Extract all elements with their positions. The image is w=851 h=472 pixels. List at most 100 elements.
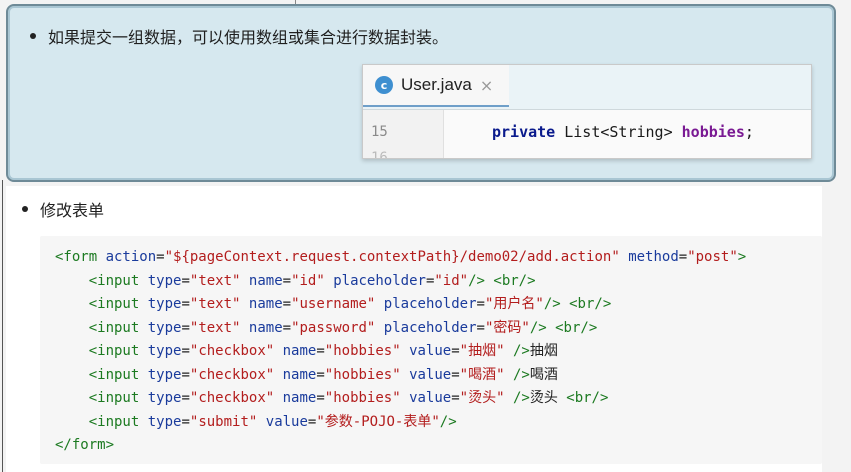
code-token: = [678, 249, 688, 265]
ide-tab-user-java[interactable]: c User.java × [363, 65, 509, 107]
code-token: type [147, 296, 182, 312]
ide-tab-bar: c User.java × [363, 65, 811, 110]
code-block-line: <input type="text" name="password" place… [55, 317, 822, 341]
code-token: value [409, 343, 452, 359]
code-block: <form action="${pageContext.request.cont… [40, 236, 822, 464]
code-token: <input [88, 319, 148, 336]
line-number: 15 [371, 124, 388, 140]
code-token: "text" [189, 272, 241, 289]
code-token: = [156, 249, 165, 265]
code-token: value [409, 366, 452, 383]
code-token: "用户名" [484, 296, 544, 312]
code-token: /> [468, 272, 485, 289]
code-token: "喝酒" [459, 366, 505, 383]
ide-gutter: 15 16 [363, 110, 444, 158]
code-token: = [316, 366, 325, 383]
code-token: "密码" [484, 319, 530, 336]
code-token: "参数-POJO-表单" [316, 413, 440, 430]
code-block-line: <input type="checkbox" name="hobbies" va… [55, 340, 822, 364]
code-token: type [147, 366, 182, 383]
code-token: /> [512, 343, 530, 359]
code-token: "text" [189, 319, 241, 336]
code-token: "post" [687, 249, 738, 265]
code-token: "password" [291, 319, 376, 336]
bullet-item-array-collection: 如果提交一组数据，可以使用数组或集合进行数据封装。 [30, 24, 448, 48]
code-token: = [282, 296, 292, 312]
code-token: "${pageContext.request.contextPath}/demo… [164, 249, 620, 265]
code-token: = [316, 343, 325, 359]
code-block-line: <input type="checkbox" name="hobbies" va… [55, 364, 822, 388]
close-icon[interactable]: × [480, 76, 493, 95]
code-token: "hobbies" [324, 343, 401, 359]
code-token: = [181, 413, 190, 430]
code-token: = [181, 390, 190, 406]
code-token: = [476, 319, 485, 336]
code-token: = [181, 296, 190, 312]
code-type: List<String> [564, 123, 673, 141]
code-token: name [248, 272, 283, 289]
code-token: type [147, 413, 182, 430]
code-block-line: <input type="checkbox" name="hobbies" va… [55, 387, 822, 411]
code-token: <input [88, 413, 148, 430]
code-token: value [265, 413, 308, 430]
code-line: private List<String> hobbies; [492, 123, 754, 141]
bullet-item-modify-form: 修改表单 [22, 197, 104, 221]
code-token: 烫头 [529, 390, 567, 406]
code-token: "submit" [189, 413, 258, 430]
code-token: <input [88, 272, 148, 289]
code-token: "抽烟" [459, 343, 505, 359]
code-token: "checkbox" [189, 343, 275, 359]
code-token: "checkbox" [189, 366, 275, 383]
bullet-text: 修改表单 [40, 201, 105, 220]
code-token: name [282, 366, 317, 383]
code-token: "checkbox" [189, 390, 275, 406]
code-block-line: </form> [55, 434, 822, 458]
code-token: <br/> [566, 390, 609, 406]
code-token: > [737, 249, 747, 265]
code-block-line: <form action="${pageContext.request.cont… [55, 246, 822, 270]
divider-line [2, 180, 3, 472]
code-token: "id" [434, 272, 469, 289]
code-token: action [105, 249, 157, 265]
code-keyword: private [492, 123, 556, 141]
code-token: name [282, 390, 317, 406]
code-token: type [147, 272, 182, 289]
code-token: name [282, 343, 317, 359]
code-token: <form [55, 249, 106, 265]
ide-screenshot: c User.java × 15 16 private List<String>… [362, 64, 812, 159]
code-token: = [181, 272, 190, 289]
code-token: = [181, 319, 190, 336]
code-token: type [147, 319, 182, 336]
code-token: /> [439, 413, 457, 430]
code-block-line: <input type="submit" value="参数-POJO-表单"/… [55, 411, 822, 435]
bullet-dot-icon [30, 33, 36, 39]
code-token: = [282, 272, 292, 289]
code-token: type [147, 343, 182, 359]
code-token: placeholder [383, 319, 477, 336]
ide-tab-label: User.java [401, 75, 472, 94]
code-token: placeholder [383, 296, 477, 312]
code-token: "hobbies" [324, 390, 401, 406]
bullet-dot-icon [22, 206, 28, 212]
code-token: /> [529, 319, 547, 336]
code-token: = [316, 390, 325, 406]
code-block-line: <input type="text" name="username" place… [55, 293, 822, 317]
